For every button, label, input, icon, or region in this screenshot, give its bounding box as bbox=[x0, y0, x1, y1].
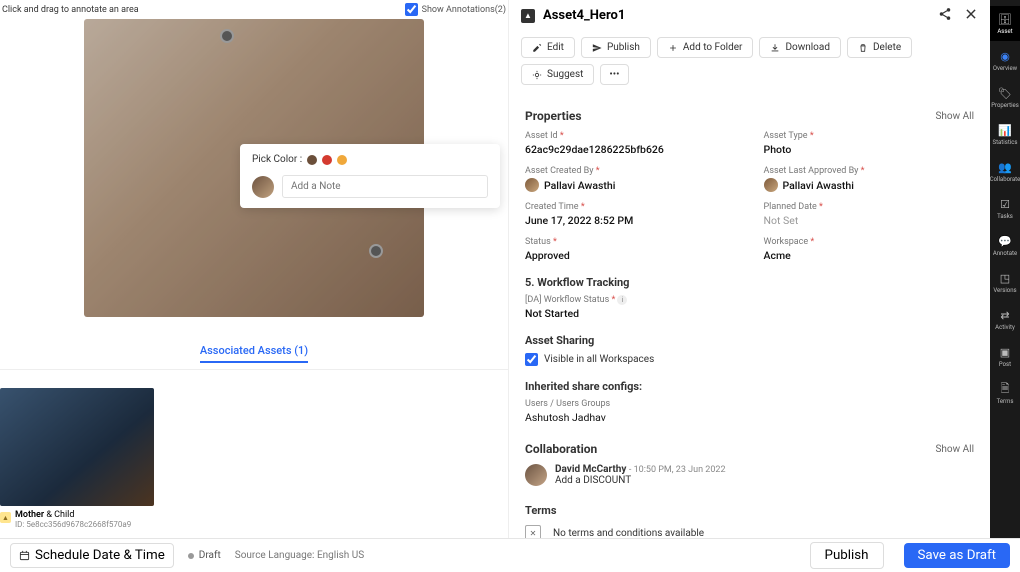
schedule-button[interactable]: Schedule Date & Time bbox=[10, 543, 174, 568]
annotation-popup: Pick Color : bbox=[240, 144, 500, 208]
more-button[interactable]: ••• bbox=[600, 64, 628, 85]
prop-status: Status * Approved bbox=[525, 237, 736, 262]
info-icon: i bbox=[617, 295, 627, 305]
inherited-share-heading: Inherited share configs: bbox=[525, 380, 974, 393]
download-button[interactable]: Download bbox=[759, 37, 841, 58]
color-swatch[interactable] bbox=[322, 155, 332, 165]
prop-approved-by: Asset Last Approved By * Pallavi Awasthi bbox=[764, 166, 975, 192]
sidebar-item-properties[interactable]: 🏷Properties bbox=[990, 80, 1020, 115]
asset-sharing-heading: Asset Sharing bbox=[525, 334, 974, 347]
sidebar-item-overview[interactable]: ◉Overview bbox=[990, 43, 1020, 78]
visible-all-workspaces-toggle[interactable]: Visible in all Workspaces bbox=[525, 353, 974, 366]
annotation-note-input[interactable] bbox=[282, 175, 488, 198]
annotation-marker[interactable] bbox=[220, 29, 234, 43]
delete-button[interactable]: Delete bbox=[847, 37, 912, 58]
version-icon: ◳ bbox=[998, 271, 1012, 285]
task-icon: ☑ bbox=[998, 197, 1012, 211]
tab-associated-assets[interactable]: Associated Assets (1) bbox=[200, 344, 308, 363]
pick-color-label: Pick Color : bbox=[252, 154, 302, 165]
sidebar-item-asset[interactable]: 🗄Asset bbox=[990, 6, 1020, 41]
chat-icon: 💬 bbox=[998, 234, 1012, 248]
source-language: Source Language: English US bbox=[235, 550, 364, 561]
bottom-bar: Schedule Date & Time Draft Source Langua… bbox=[0, 538, 1020, 572]
file-icon: 🗎 bbox=[998, 382, 1012, 396]
archive-icon: 🗄 bbox=[998, 12, 1012, 26]
properties-heading: Properties bbox=[525, 109, 582, 123]
thumbnail-title: Mother & Child ID: 5e8cc356d9678c2668f57… bbox=[15, 510, 131, 529]
annotation-marker[interactable] bbox=[369, 244, 383, 258]
avatar bbox=[525, 464, 547, 486]
prop-created-by: Asset Created By * Pallavi Awasthi bbox=[525, 166, 736, 192]
collaboration-comment: David McCarthy - 10:50 PM, 23 Jun 2022 A… bbox=[525, 464, 974, 486]
prop-workflow-status: [DA] Workflow Status *i Not Started bbox=[525, 295, 974, 320]
associated-asset-thumbnail[interactable] bbox=[0, 388, 154, 506]
share-icon[interactable] bbox=[938, 6, 952, 25]
draft-status: Draft bbox=[188, 550, 221, 561]
users-groups-label: Users / Users Groups bbox=[525, 399, 974, 409]
avatar bbox=[764, 178, 778, 192]
asset-type-icon: ▲ bbox=[521, 9, 535, 23]
workflow-tracking-heading: 5. Workflow Tracking bbox=[525, 276, 974, 289]
prop-asset-id: Asset Id * 62ac9c29dae1286225bfb626 bbox=[525, 131, 736, 156]
people-icon: 👥 bbox=[998, 160, 1012, 174]
sidebar-item-terms[interactable]: 🗎Terms bbox=[990, 376, 1020, 411]
collaboration-heading: Collaboration bbox=[525, 442, 597, 456]
add-to-folder-button[interactable]: Add to Folder bbox=[657, 37, 754, 58]
activity-icon: ⇄ bbox=[998, 308, 1012, 322]
annotate-hint: Click and drag to annotate an area bbox=[2, 5, 139, 15]
prop-created-time: Created Time * June 17, 2022 8:52 PM bbox=[525, 202, 736, 227]
publish-footer-button[interactable]: Publish bbox=[810, 542, 884, 569]
terms-icon: ✕ bbox=[525, 525, 541, 538]
color-swatch[interactable] bbox=[307, 155, 317, 165]
sidebar-item-versions[interactable]: ◳Versions bbox=[990, 265, 1020, 300]
edit-button[interactable]: Edit bbox=[521, 37, 575, 58]
image-icon: ▲ bbox=[0, 512, 11, 523]
prop-workspace: Workspace * Acme bbox=[764, 237, 975, 262]
save-draft-button[interactable]: Save as Draft bbox=[904, 543, 1011, 568]
close-icon[interactable] bbox=[964, 6, 978, 25]
sidebar-item-statistics[interactable]: 📊Statistics bbox=[990, 117, 1020, 152]
chart-icon: 📊 bbox=[998, 123, 1012, 137]
post-icon: ▣ bbox=[998, 345, 1012, 359]
right-sidebar: 🗄Asset ◉Overview 🏷Properties 📊Statistics… bbox=[990, 0, 1020, 538]
prop-planned-date: Planned Date * Not Set bbox=[764, 202, 975, 227]
sidebar-item-activity[interactable]: ⇄Activity bbox=[990, 302, 1020, 337]
sidebar-item-tasks[interactable]: ☑Tasks bbox=[990, 191, 1020, 226]
avatar bbox=[252, 176, 274, 198]
sidebar-item-post[interactable]: ▣Post bbox=[990, 339, 1020, 374]
show-all-properties[interactable]: Show All bbox=[935, 111, 974, 122]
suggest-button[interactable]: Suggest bbox=[521, 64, 594, 85]
prop-asset-type: Asset Type * Photo bbox=[764, 131, 975, 156]
color-swatch[interactable] bbox=[337, 155, 347, 165]
terms-heading: Terms bbox=[525, 504, 974, 517]
avatar bbox=[525, 178, 539, 192]
sidebar-item-annotate[interactable]: 💬Annotate bbox=[990, 228, 1020, 263]
show-annotations-toggle[interactable]: Show Annotations(2) bbox=[405, 3, 506, 16]
thumbnail-id: ID: 5e8cc356d9678c2668f570a9 bbox=[15, 520, 131, 529]
view-icon: ◉ bbox=[998, 49, 1012, 63]
tag-icon: 🏷 bbox=[998, 86, 1012, 100]
inherited-user: Ashutosh Jadhav bbox=[525, 411, 974, 424]
show-all-collaboration[interactable]: Show All bbox=[935, 444, 974, 455]
sidebar-item-collaborate[interactable]: 👥Collaborate bbox=[990, 154, 1020, 189]
terms-empty: No terms and conditions available bbox=[553, 528, 704, 539]
publish-button[interactable]: Publish bbox=[581, 37, 651, 58]
asset-title: Asset4_Hero1 bbox=[543, 8, 930, 23]
